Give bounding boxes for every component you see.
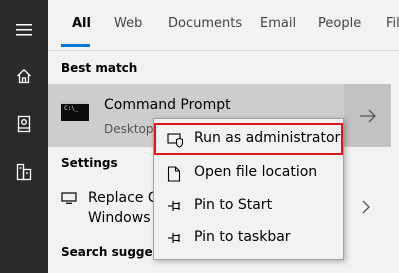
pin-icon [168, 233, 180, 243]
tab-web[interactable]: Web [114, 16, 142, 31]
settings-heading: Settings [61, 156, 118, 170]
chevron-right-icon [362, 200, 370, 214]
open-details-button[interactable] [344, 84, 391, 147]
tab-email[interactable]: Email [260, 16, 296, 31]
menu-item-label: Run as administrator [194, 130, 341, 146]
menu-item-open-file-location[interactable]: Open file location [154, 157, 343, 189]
result-title: Command Prompt [104, 97, 231, 113]
menu-item-run-as-administrator[interactable]: Run as administrator [154, 123, 343, 155]
tab-documents[interactable]: Documents [168, 16, 242, 31]
active-tab-indicator [61, 44, 90, 47]
tab-filters[interactable]: Filt [386, 16, 399, 31]
hamburger-menu-icon[interactable] [0, 6, 48, 54]
context-menu: Run as administrator Open file location … [153, 118, 344, 260]
settings-result-label: Replace C Windows [88, 190, 158, 226]
home-icon[interactable] [0, 52, 48, 100]
filter-tabs: All Web Documents Email People Filt [48, 0, 399, 51]
menu-item-label: Pin to taskbar [194, 229, 291, 245]
shield-admin-icon [167, 133, 183, 148]
arrow-right-icon [359, 109, 376, 122]
left-rail [0, 0, 48, 273]
pin-icon [168, 201, 180, 211]
command-prompt-icon: C:\_ [61, 101, 89, 121]
file-icon [167, 166, 181, 182]
notebook-icon[interactable] [0, 100, 48, 148]
menu-item-pin-to-taskbar[interactable]: Pin to taskbar [154, 222, 343, 254]
tab-people[interactable]: People [318, 16, 361, 31]
best-match-heading: Best match [61, 61, 138, 75]
tower-icon[interactable] [0, 148, 48, 196]
result-subtitle: Desktop [104, 122, 154, 136]
tab-all[interactable]: All [72, 16, 91, 31]
menu-item-label: Open file location [194, 164, 318, 180]
monitor-icon [61, 192, 77, 204]
menu-item-pin-to-start[interactable]: Pin to Start [154, 190, 343, 222]
menu-item-label: Pin to Start [194, 197, 273, 213]
